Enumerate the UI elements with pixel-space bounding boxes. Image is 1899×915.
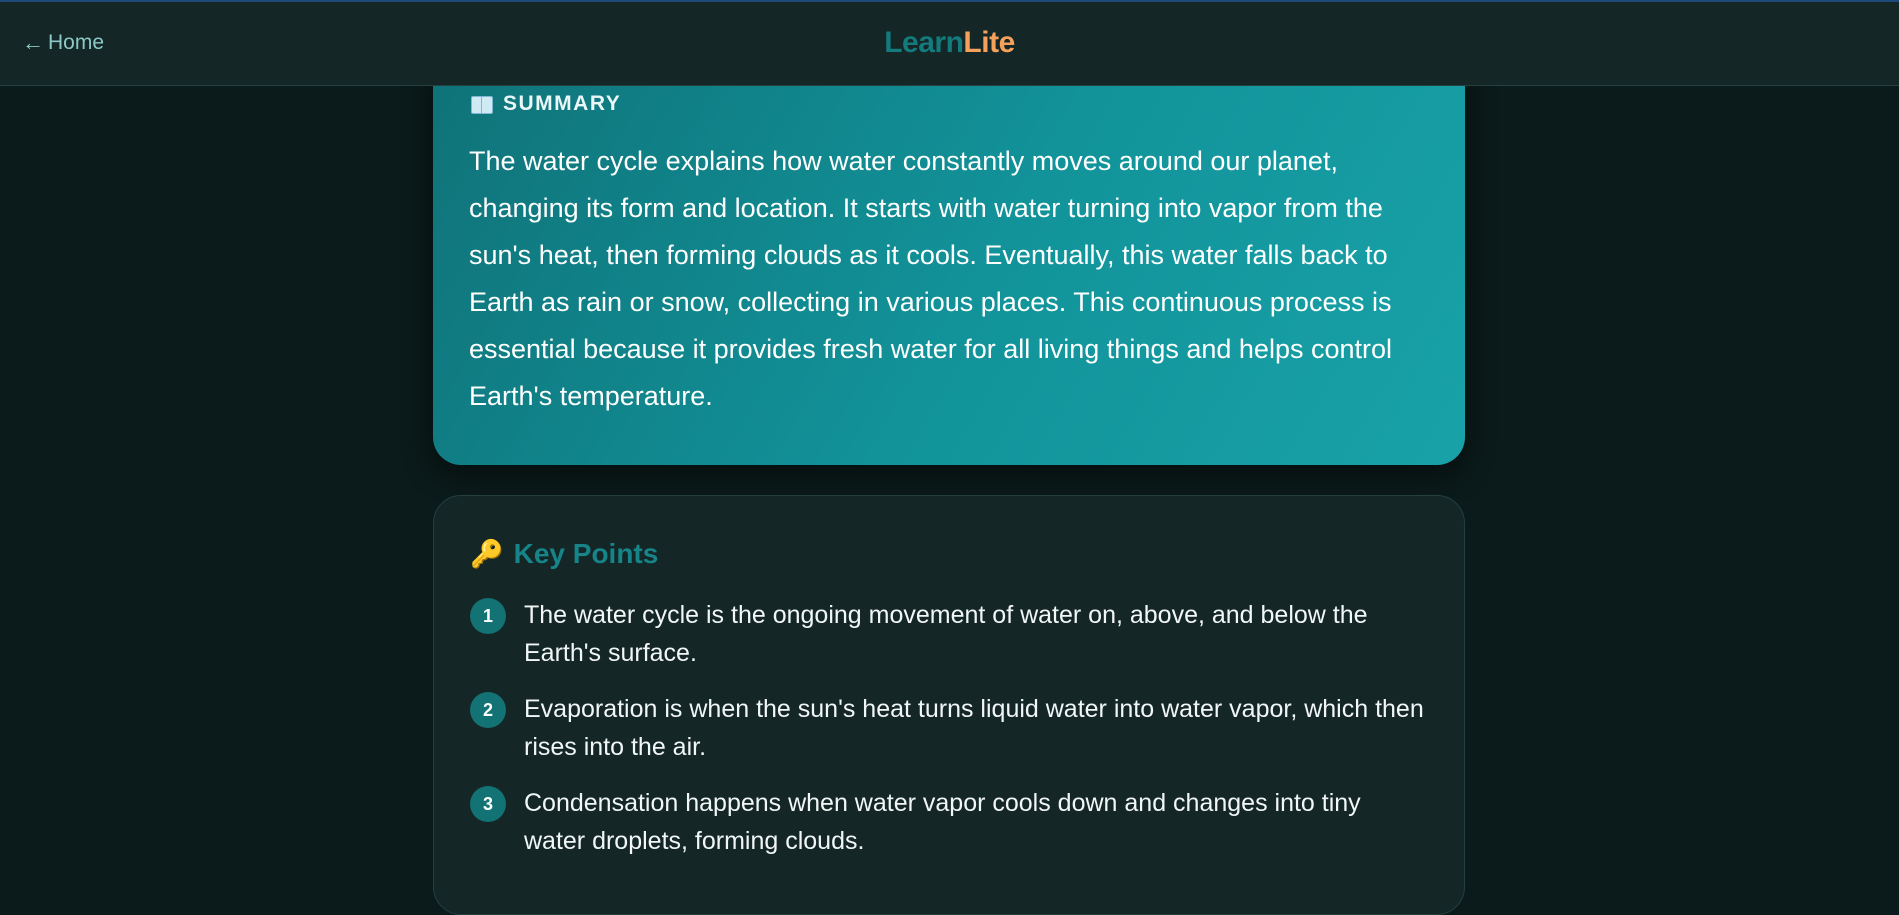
logo-learn: Learn (884, 26, 964, 59)
logo-lite: Lite (963, 26, 1015, 59)
summary-heading: SUMMARY (471, 92, 1429, 116)
app-header: ← Home LearnLite (0, 2, 1899, 86)
key-points-list: 1 The water cycle is the ongoing movemen… (470, 596, 1428, 860)
summary-text: The water cycle explains how water const… (469, 146, 1392, 411)
list-item: 1 The water cycle is the ongoing movemen… (470, 596, 1428, 672)
list-item: 3 Condensation happens when water vapor … (470, 784, 1428, 860)
list-item: 2 Evaporation is when the sun's heat tur… (470, 690, 1428, 766)
point-text: Condensation happens when water vapor co… (524, 789, 1361, 855)
key-points-card: 🔑 Key Points 1 The water cycle is the on… (433, 495, 1465, 915)
point-text: Evaporation is when the sun's heat turns… (524, 695, 1424, 761)
summary-card: SUMMARY The water cycle explains how wat… (433, 40, 1465, 465)
key-points-heading-label: Key Points (513, 538, 659, 569)
point-number-badge: 2 (470, 692, 506, 728)
key-points-heading: 🔑 Key Points (470, 538, 1428, 570)
key-icon: 🔑 (470, 539, 504, 569)
app-logo: LearnLite (0, 26, 1899, 60)
book-icon (471, 96, 493, 114)
point-number-badge: 1 (470, 598, 506, 634)
summary-heading-label: SUMMARY (503, 92, 622, 115)
point-text: The water cycle is the ongoing movement … (524, 601, 1368, 667)
point-number-badge: 3 (470, 786, 506, 822)
